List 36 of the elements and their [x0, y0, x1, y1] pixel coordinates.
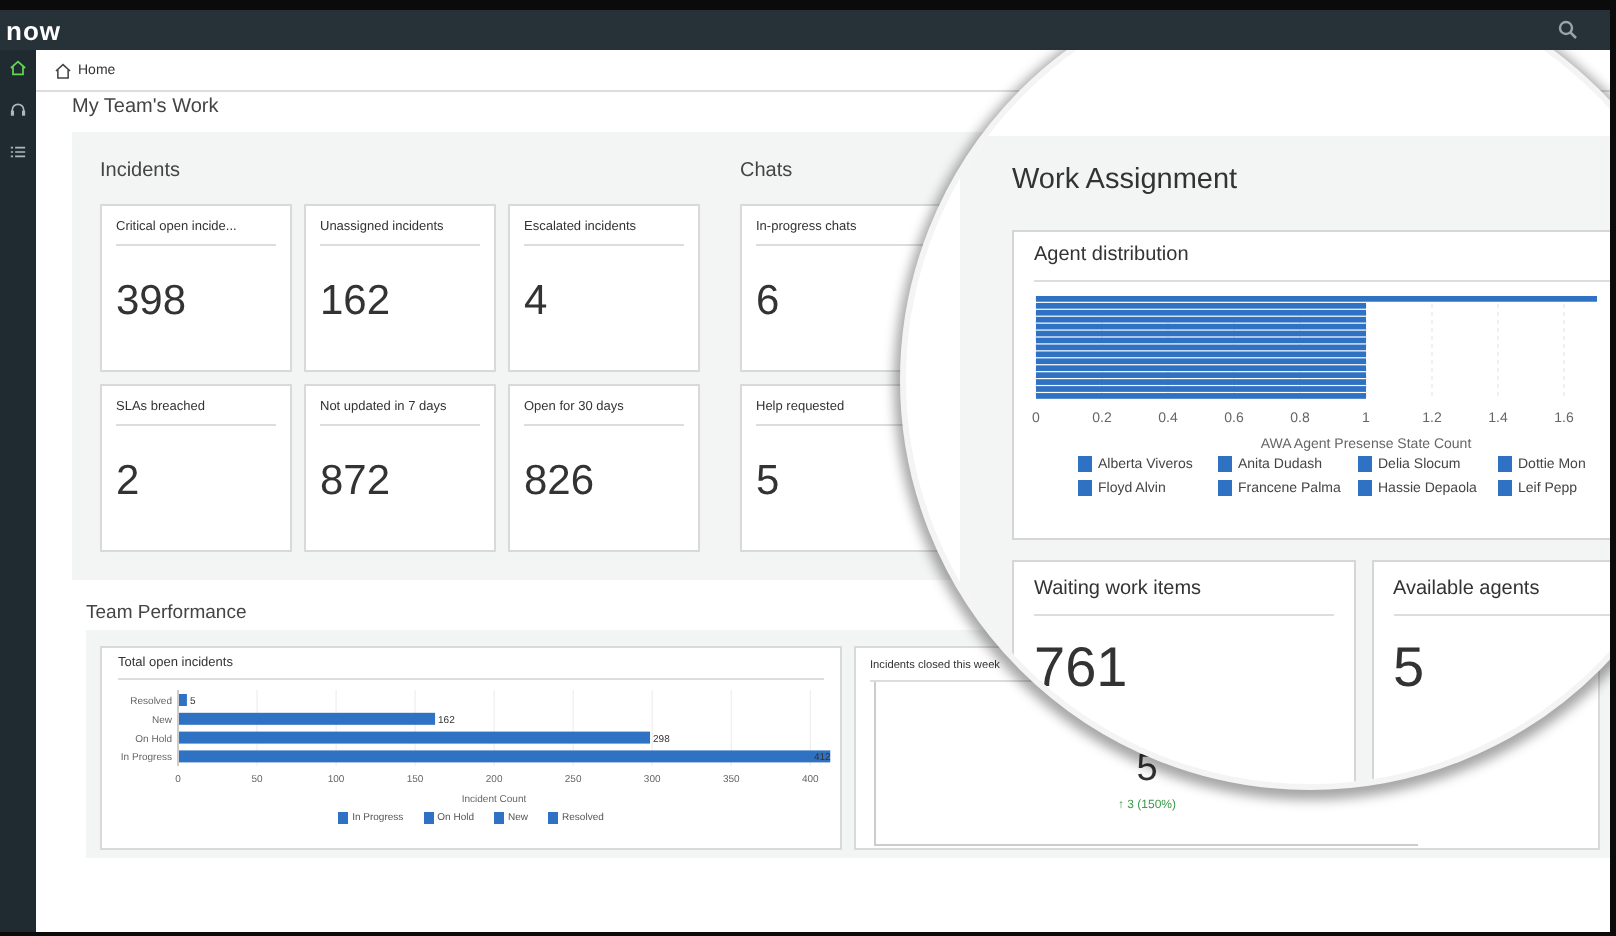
- legend-swatch-icon: [1358, 480, 1372, 496]
- home-icon[interactable]: [8, 58, 28, 78]
- legend-swatch-icon: [423, 812, 434, 824]
- headset-icon[interactable]: [8, 100, 28, 120]
- y-axis: [177, 689, 179, 767]
- home-icon: [54, 61, 72, 79]
- metric-value: 398: [116, 278, 189, 326]
- legend-swatch-icon: [548, 812, 559, 824]
- logo: now: [6, 15, 61, 45]
- metric-value: 162: [320, 278, 393, 326]
- card-title: Waiting work items: [1034, 578, 1333, 616]
- legend-swatch-icon: [494, 812, 505, 824]
- legend-swatch-icon: [338, 812, 349, 824]
- legend-swatch-icon: [1498, 456, 1512, 472]
- list-icon[interactable]: [8, 142, 28, 162]
- metric-value: 4: [524, 278, 550, 326]
- legend-swatch-icon: [1498, 480, 1512, 496]
- section-title: Work Assignment: [1012, 164, 1240, 200]
- metric-value: 5: [756, 458, 782, 506]
- page-title: My Team's Work: [70, 94, 221, 122]
- metric-value: 872: [320, 458, 393, 506]
- card-title: Agent distribution: [1034, 244, 1610, 282]
- section-title: Team Performance: [86, 602, 249, 628]
- legend-swatch-icon: [1218, 456, 1232, 472]
- metric-value: 6: [756, 278, 782, 326]
- bar: [179, 694, 187, 706]
- section-title: Chats: [740, 160, 795, 186]
- metric-value: 826: [524, 458, 597, 506]
- search-icon[interactable]: [1558, 20, 1578, 40]
- card-title: Available agents: [1393, 578, 1610, 616]
- legend-swatch-icon: [1218, 480, 1232, 496]
- legend-swatch-icon: [1078, 480, 1092, 496]
- section-title: Incidents: [100, 160, 183, 186]
- metric-value: 2: [116, 458, 142, 506]
- legend-swatch-icon: [1358, 456, 1372, 472]
- legend-swatch-icon: [1078, 456, 1092, 472]
